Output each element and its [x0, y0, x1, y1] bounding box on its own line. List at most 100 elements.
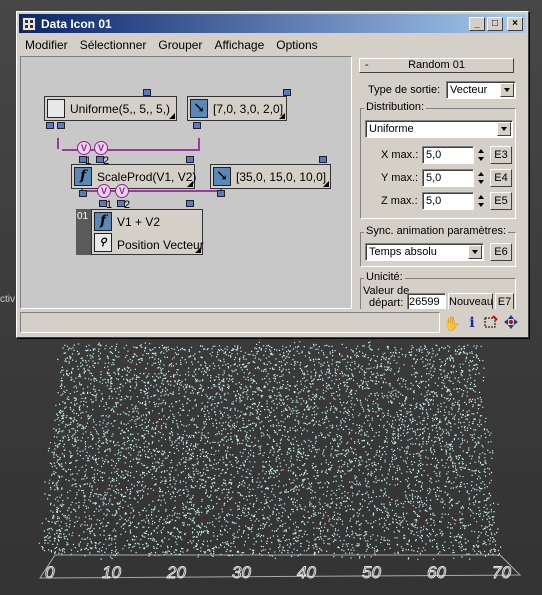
node-corner — [323, 181, 329, 187]
chevron-down-icon[interactable] — [500, 83, 514, 97]
close-button[interactable]: × — [507, 16, 523, 31]
chevron-down-icon[interactable] — [497, 122, 511, 136]
hand-icon[interactable]: ✋ — [443, 314, 461, 332]
port-circle-v[interactable]: V — [97, 184, 111, 198]
seed-label-1: Valeur de — [363, 285, 410, 297]
menu-modifier[interactable]: Modifier — [19, 38, 74, 52]
xmax-spinner[interactable] — [477, 147, 486, 163]
rollout-collapse[interactable]: - — [365, 59, 369, 72]
zmax-input[interactable]: 5,0 — [422, 192, 474, 210]
properties-panel: - Random 01 Type de sortie: Vecteur Dist… — [356, 56, 520, 309]
ymax-spinner[interactable] — [477, 170, 486, 186]
move-icon[interactable] — [502, 314, 520, 332]
sync-value: Temps absolu — [369, 246, 437, 258]
output-type-value: Vecteur — [450, 84, 488, 96]
unicity-group-title: Unicité: — [364, 271, 405, 283]
vector-icon: ↘ — [190, 99, 208, 118]
distribution-value: Uniforme — [369, 123, 414, 135]
axis-label: 40 — [297, 563, 316, 582]
node-corner — [279, 113, 285, 119]
xmax-extra-button[interactable]: E3 — [490, 146, 512, 164]
zmax-label: Z max.: — [381, 195, 418, 207]
axis-label: 20 — [166, 563, 186, 582]
vector-icon: ↘ — [213, 167, 231, 186]
node-vector-2-label: [35,0, 15,0, 10,0] — [236, 170, 327, 184]
port-circle-v[interactable]: V — [77, 141, 91, 155]
ymax-label: Y max.: — [381, 172, 419, 184]
output-type-label: Type de sortie: — [368, 84, 441, 96]
node-scaleprod[interactable]: f ScaleProd(V1, V2) — [71, 164, 197, 189]
new-seed-button[interactable]: Nouveau — [448, 293, 493, 309]
input-port[interactable] — [57, 122, 65, 129]
output-port[interactable] — [283, 89, 291, 96]
position-icon: ⚲ — [94, 233, 112, 252]
ymax-input[interactable]: 5,0 — [422, 169, 474, 187]
ymax-extra-button[interactable]: E4 — [490, 169, 512, 187]
menu-affichage[interactable]: Affichage — [208, 38, 270, 52]
maximize-button[interactable]: □ — [487, 16, 503, 31]
info-icon[interactable]: i — [463, 314, 481, 332]
node-vector-1[interactable]: ↘ [7,0, 3,0, 2,0] — [187, 96, 287, 121]
chevron-down-icon[interactable] — [468, 245, 482, 259]
node-scaleprod-label: ScaleProd(V1, V2) — [97, 170, 197, 184]
xmax-label: X max.: — [381, 149, 419, 161]
region-select-icon[interactable] — [482, 314, 500, 332]
particles — [38, 341, 502, 560]
node-uniforme[interactable]: Uniforme(5,, 5,, 5,) — [44, 96, 177, 121]
rollout-title: Random 01 — [408, 59, 465, 71]
output-port[interactable] — [143, 89, 151, 96]
node-vector-1-label: [7,0, 3,0, 2,0] — [213, 102, 284, 116]
axis-label: 60 — [427, 563, 446, 582]
distribution-group-title: Distribution: — [364, 101, 427, 113]
sync-select[interactable]: Temps absolu — [365, 243, 484, 261]
axis-label: 10 — [102, 563, 121, 582]
seed-input[interactable]: 26599 — [407, 293, 446, 309]
seed-label-2: départ: — [369, 297, 404, 309]
menu-bar: Modifier Sélectionner Grouper Affichage … — [19, 35, 526, 54]
node-sum[interactable]: f V1 + V2 ⚲ Position Vecteur — [91, 209, 204, 255]
port-circle-v[interactable]: V — [94, 141, 108, 155]
minimize-button[interactable]: _ — [469, 16, 485, 31]
status-text-field — [20, 312, 440, 333]
input-port[interactable] — [46, 122, 54, 129]
output-port[interactable] — [319, 156, 327, 163]
menu-grouper[interactable]: Grouper — [152, 38, 208, 52]
menu-selectionner[interactable]: Sélectionner — [74, 38, 153, 52]
zmax-spinner[interactable] — [477, 193, 486, 209]
input-port[interactable] — [217, 190, 225, 197]
node-sum-line1: V1 + V2 — [117, 215, 161, 229]
function-icon: f — [94, 212, 112, 231]
xmax-input[interactable]: 5,0 — [422, 146, 474, 164]
window-title: Data Icon 01 — [41, 16, 112, 31]
sync-extra-button[interactable]: E6 — [490, 243, 512, 261]
sync-group-title: Sync. animation paramètres: — [364, 225, 509, 237]
status-bar: ✋ i — [20, 311, 520, 335]
node-uniforme-label: Uniforme(5,, 5,, 5,) — [70, 102, 171, 116]
zmax-extra-button[interactable]: E5 — [490, 192, 512, 210]
wire — [57, 138, 59, 149]
node-corner — [187, 181, 193, 187]
dice-icon — [47, 99, 65, 118]
distribution-select[interactable]: Uniforme — [365, 120, 513, 138]
wire — [198, 138, 200, 150]
axis-label: 30 — [232, 563, 251, 582]
title-bar[interactable]: Data Icon 01 _ □ × — [19, 14, 526, 33]
port-circle-v[interactable]: V — [115, 184, 129, 198]
node-graph[interactable]: Uniforme(5,, 5,, 5,) ↘ [7,0, 3,0, 2,0] V… — [20, 56, 352, 309]
node-corner — [195, 247, 201, 253]
viewport-side-label: ctiv — [0, 294, 15, 305]
input-port[interactable] — [193, 122, 201, 129]
output-type-select[interactable]: Vecteur — [446, 81, 516, 99]
output-port[interactable] — [186, 200, 194, 207]
new-seed-extra-button[interactable]: E7 — [495, 293, 514, 309]
axis-labels: 0 10 20 30 40 50 60 70 — [45, 563, 512, 583]
data-icon-window: Data Icon 01 _ □ × Modifier Sélectionner… — [16, 11, 529, 338]
menu-options[interactable]: Options — [270, 38, 323, 52]
axis-label: 0 — [45, 563, 55, 582]
particle-cloud — [38, 341, 502, 560]
axis-label: 70 — [492, 563, 511, 582]
input-port[interactable] — [79, 190, 87, 197]
node-vector-2[interactable]: ↘ [35,0, 15,0, 10,0] — [210, 164, 331, 189]
output-port[interactable] — [186, 156, 194, 163]
rollout-header[interactable]: - Random 01 — [359, 58, 514, 73]
